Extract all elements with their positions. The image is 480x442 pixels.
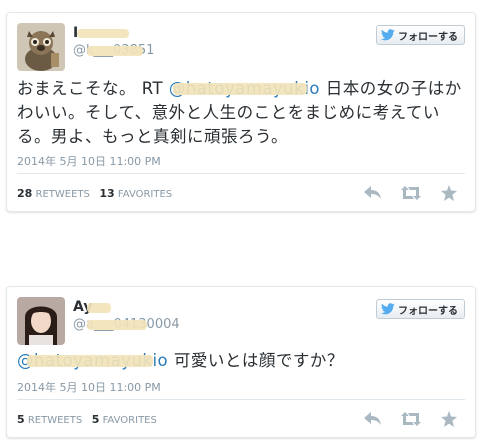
redaction-bar: [87, 303, 111, 313]
retweet-label[interactable]: RETWEETS: [36, 189, 90, 200]
tweet-card: Ay @a___04130004 フォローする @hatoyamayukio 可…: [6, 286, 476, 438]
tweet-text-segment: 日本の女の子はか: [320, 79, 462, 98]
redaction-bar: [173, 83, 307, 95]
woman-avatar-icon[interactable]: [17, 297, 65, 345]
redaction-bar: [77, 29, 129, 38]
favorite-count[interactable]: 5: [92, 413, 100, 426]
retweet-count[interactable]: 28: [17, 187, 32, 200]
retweet-label[interactable]: RETWEETS: [28, 415, 82, 426]
timestamp[interactable]: 2014年 5月 10日 11:00 PM: [17, 153, 161, 169]
tweet-text-line: わいい。そして、意外と人生のことをまじめに考えてい: [17, 103, 440, 122]
redaction-bar: [87, 320, 147, 330]
redaction-bar: [27, 355, 153, 367]
tanuki-avatar-icon[interactable]: [17, 23, 65, 71]
tweet-text-segment: 可愛いとは顔ですか？: [168, 351, 344, 370]
retweet-icon[interactable]: [401, 411, 421, 427]
favorite-star-icon[interactable]: [439, 185, 459, 201]
tweet-actions: [363, 411, 459, 427]
divider: [17, 173, 465, 174]
tweet-text-line: る。男よ、もっと真剣に頑張ろう。: [17, 127, 289, 146]
twitter-bird-icon: [381, 303, 395, 315]
tweet-text-segment: おまえこそな。 RT: [17, 79, 169, 98]
reply-icon[interactable]: [363, 411, 383, 427]
tweet-actions: [363, 185, 459, 201]
timestamp[interactable]: 2014年 5月 10日 11:00 PM: [17, 379, 161, 395]
divider: [17, 399, 465, 400]
follow-button-label: フォローする: [398, 31, 458, 43]
favorite-label[interactable]: FAVORITES: [103, 415, 157, 426]
tweet-stats: 5 RETWEETS 5 FAVORITES: [17, 413, 157, 426]
twitter-bird-icon: [381, 29, 395, 41]
retweet-icon[interactable]: [401, 185, 421, 201]
tweet-stats: 28 RETWEETS 13 FAVORITES: [17, 187, 172, 200]
favorite-count[interactable]: 13: [99, 187, 114, 200]
favorite-label[interactable]: FAVORITES: [118, 189, 172, 200]
redaction-bar: [87, 46, 143, 56]
reply-icon[interactable]: [363, 185, 383, 201]
follow-button-label: フォローする: [398, 305, 458, 317]
tweet-card: I @k___03851 フォローする おまえこそな。 RT @hatoyama…: [6, 12, 476, 212]
follow-button[interactable]: フォローする: [376, 25, 465, 45]
follow-button[interactable]: フォローする: [376, 299, 465, 319]
favorite-star-icon[interactable]: [439, 411, 459, 427]
retweet-count[interactable]: 5: [17, 413, 25, 426]
